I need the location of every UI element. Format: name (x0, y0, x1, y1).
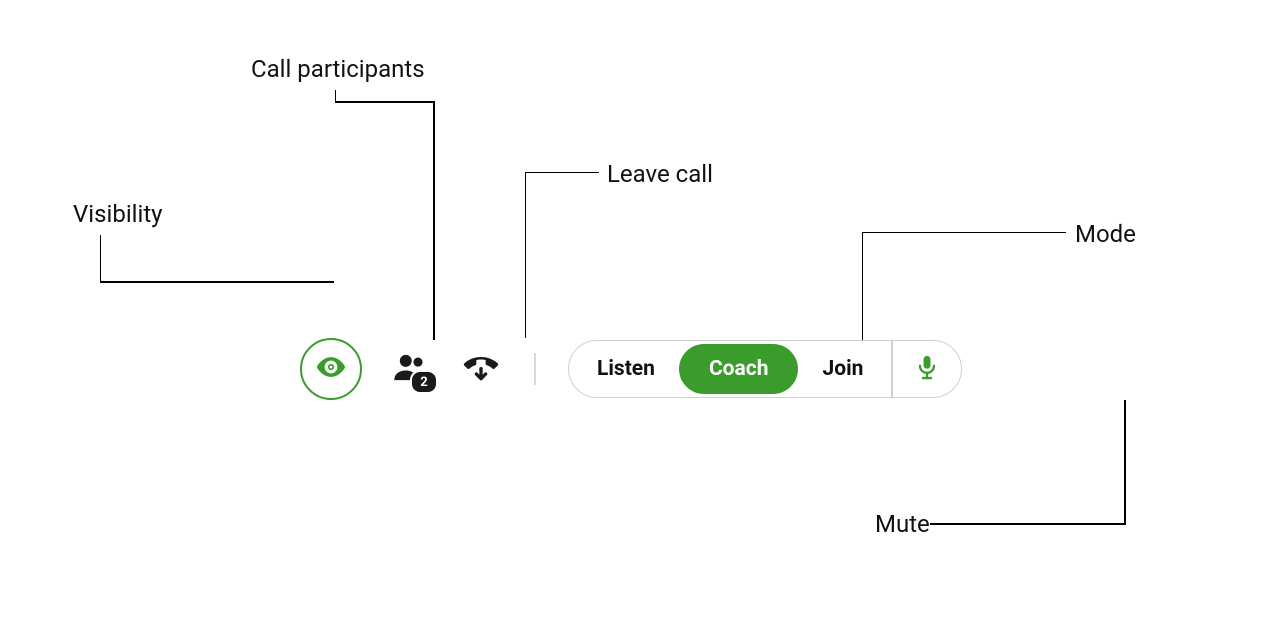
mode-option-coach[interactable]: Coach (679, 344, 799, 394)
leader-leave (525, 172, 615, 352)
leader-mute (930, 400, 1150, 540)
mode-group: Listen Coach Join (568, 340, 962, 398)
label-visibility: Visibility (73, 200, 163, 228)
eye-icon (314, 350, 348, 388)
hangup-icon (461, 347, 501, 391)
label-participants: Call participants (251, 55, 425, 83)
label-mode: Mode (1075, 220, 1136, 248)
visibility-button[interactable] (300, 338, 362, 400)
label-leave-call: Leave call (607, 160, 713, 188)
leave-call-button[interactable] (460, 348, 502, 390)
mode-segmented-control: Listen Coach Join (573, 344, 887, 394)
participants-button[interactable]: 2 (388, 346, 434, 392)
mute-button[interactable] (893, 341, 961, 397)
call-toolbar: 2 Listen Coach Join (300, 338, 962, 400)
mode-option-listen[interactable]: Listen (573, 344, 679, 394)
mic-icon (913, 353, 941, 385)
diagram-stage: Visibility Call participants Leave call … (0, 0, 1264, 634)
toolbar-divider (534, 353, 536, 385)
participants-count-badge: 2 (410, 370, 438, 394)
label-mute: Mute (875, 510, 930, 538)
leader-visibility (100, 235, 350, 355)
leader-participants (335, 90, 475, 350)
leader-mode (862, 232, 1082, 352)
mode-option-join[interactable]: Join (798, 344, 887, 394)
